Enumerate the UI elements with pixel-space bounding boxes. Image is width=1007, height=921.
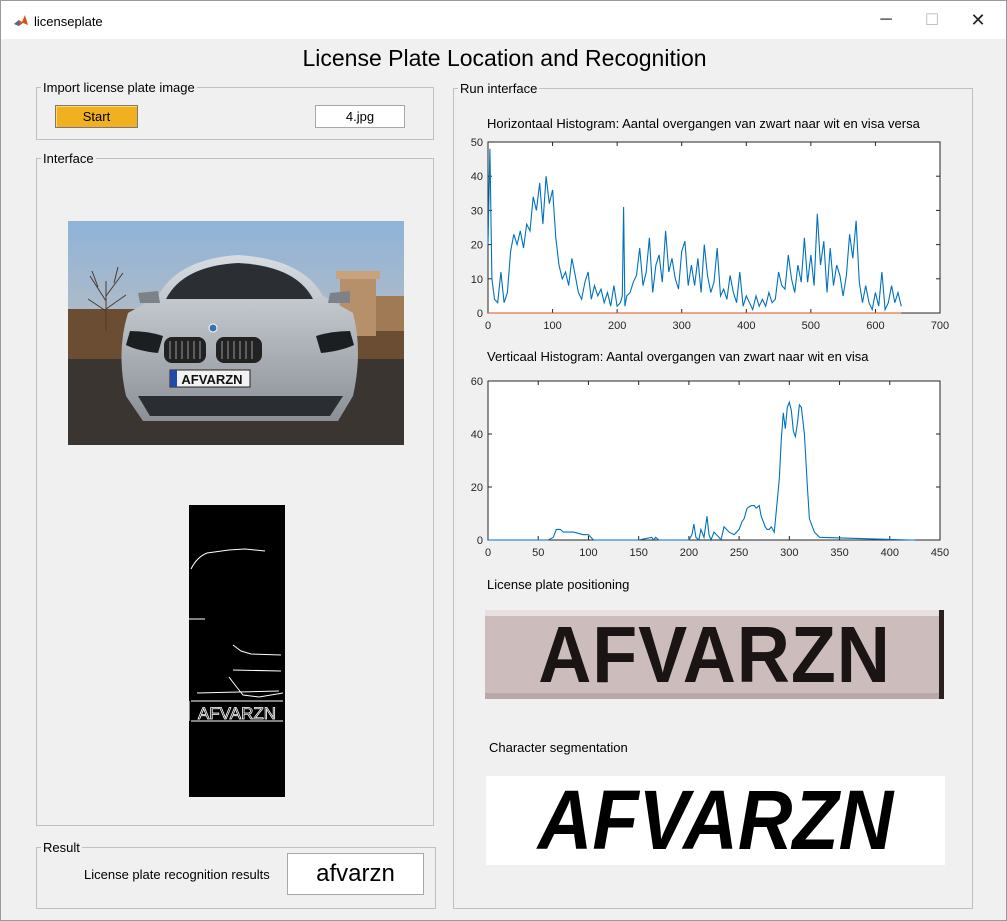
vertical-histogram-chart: 0 50 100 150 200 250 300 350 400 450 0 20 40 60 (471, 376, 949, 559)
edge-plate-text: AFVARZN (198, 704, 276, 723)
x-tick-label: 50 (532, 547, 544, 559)
vertical-histogram-title: Verticaal Histogram: Aantal overgangen v… (487, 349, 869, 364)
x-tick-label: 250 (730, 547, 748, 559)
y-tick-label: 0 (477, 535, 483, 547)
page-title: License Plate Location and Recognition (302, 45, 707, 71)
result-label: License plate recognition results (84, 867, 270, 882)
y-tick-label: 10 (471, 274, 483, 286)
y-tick-label: 20 (471, 240, 483, 252)
x-tick-label: 400 (737, 320, 755, 332)
window-title: licenseplate (34, 14, 103, 29)
car-plate-text: AFVARZN (181, 372, 242, 387)
y-tick-label: 40 (471, 171, 483, 183)
matlab-icon (13, 13, 29, 29)
x-tick-label: 700 (931, 320, 949, 332)
x-tick-label: 200 (608, 320, 626, 332)
x-tick-label: 500 (802, 320, 820, 332)
x-tick-label: 100 (579, 547, 597, 559)
segmentation-text: AFVARZN (537, 776, 894, 865)
x-tick-label: 400 (881, 547, 899, 559)
y-tick-label: 0 (477, 308, 483, 320)
close-button[interactable]: ✕ (955, 1, 1001, 39)
start-button[interactable]: Start (55, 105, 138, 128)
horizontal-histogram-chart: 0 100 200 300 400 500 600 700 0 10 20 30 40 50 (471, 137, 949, 332)
x-tick-label: 350 (830, 547, 848, 559)
edge-image: AFVARZN (189, 505, 285, 797)
y-tick-label: 50 (471, 137, 483, 149)
plate-positioning-title: License plate positioning (487, 577, 630, 592)
interface-panel-title: Interface (41, 151, 96, 166)
minimize-button[interactable]: ─ (863, 1, 909, 39)
y-tick-label: 30 (471, 205, 483, 217)
import-panel-title: Import license plate image (41, 80, 197, 95)
y-tick-label: 40 (471, 429, 483, 441)
x-tick-label: 200 (680, 547, 698, 559)
horizontal-histogram-title: Horizontaal Histogram: Aantal overgangen… (487, 116, 920, 131)
x-tick-label: 450 (931, 547, 949, 559)
car-photo: AFVARZN (68, 221, 404, 445)
plot-area (487, 380, 941, 541)
x-tick-label: 0 (485, 320, 491, 332)
x-tick-label: 300 (673, 320, 691, 332)
result-panel-title: Result (41, 840, 82, 855)
y-tick-label: 60 (471, 376, 483, 388)
plot-area (487, 141, 941, 314)
plate-positioning-text: AFVARZN (538, 610, 891, 699)
x-tick-label: 150 (629, 547, 647, 559)
x-tick-label: 600 (866, 320, 884, 332)
plate-positioning-image: AFVARZN (485, 610, 944, 699)
y-tick-label: 20 (471, 482, 483, 494)
segmentation-image: AFVARZN (486, 776, 945, 865)
result-value-field[interactable]: afvarzn (287, 853, 424, 895)
segmentation-title: Character segmentation (489, 740, 628, 755)
x-tick-label: 100 (543, 320, 561, 332)
x-tick-label: 300 (780, 547, 798, 559)
x-tick-label: 0 (485, 547, 491, 559)
title-bar: licenseplate ─ ☐ ✕ (1, 1, 1006, 39)
file-name-field[interactable]: 4.jpg (315, 105, 405, 128)
run-panel-title: Run interface (458, 81, 540, 96)
app-window: licenseplate ─ ☐ ✕ License Plate Locatio… (0, 0, 1007, 921)
maximize-button[interactable]: ☐ (909, 1, 955, 39)
